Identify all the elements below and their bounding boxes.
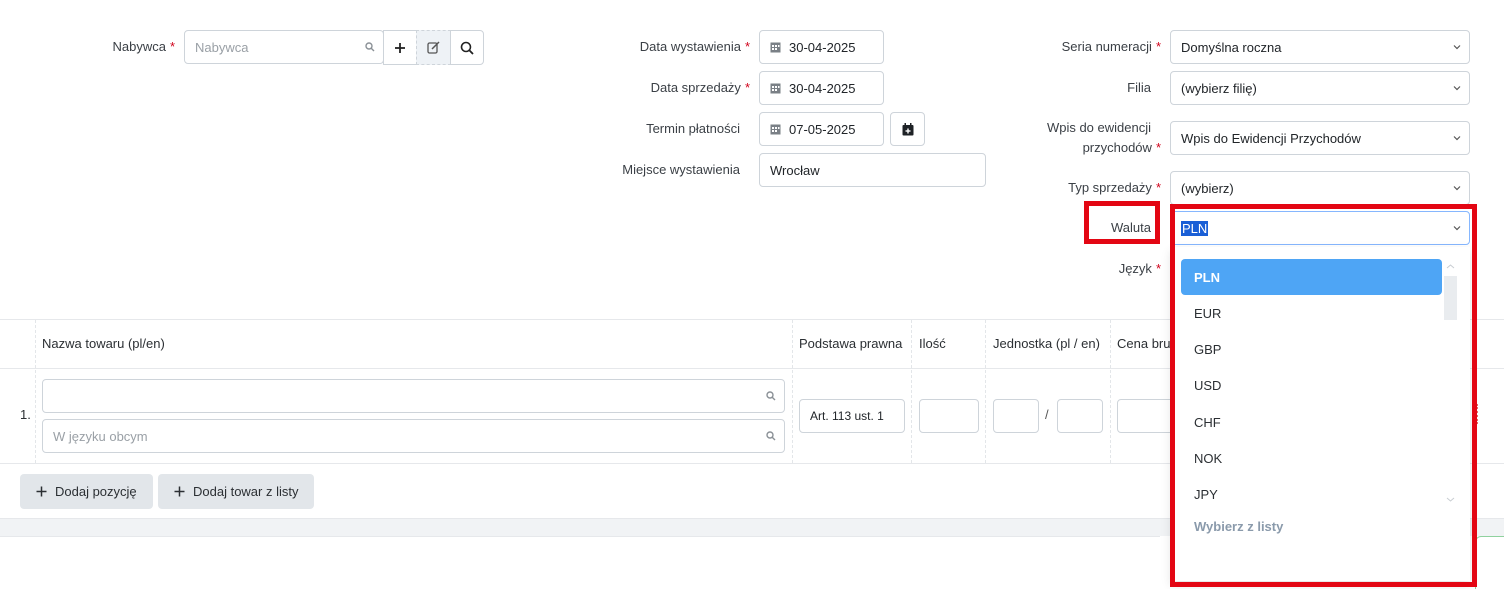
- chevron-down-icon: [1453, 186, 1461, 191]
- row-number: 1.: [20, 407, 31, 422]
- search-buyer-button[interactable]: [450, 30, 484, 65]
- next-section: [0, 536, 1160, 589]
- branch-label: Filia: [1127, 80, 1151, 95]
- plus-icon: [36, 486, 47, 497]
- legal-basis-value: Art. 113 ust. 1: [810, 409, 884, 423]
- place-value: Wrocław: [770, 162, 820, 178]
- sale-date-input[interactable]: 30-04-2025: [759, 71, 884, 105]
- unit-separator: /: [1045, 407, 1049, 422]
- add-from-list-label: Dodaj towar z listy: [193, 484, 299, 499]
- gross-price-input[interactable]: [1117, 399, 1177, 433]
- branch-select[interactable]: (wybierz filię): [1170, 71, 1470, 105]
- foreign-name-placeholder: W języku obcym: [53, 428, 148, 444]
- registry-label-line1: Wpis do ewidencji: [1046, 120, 1151, 135]
- chevron-down-icon: [1453, 136, 1461, 141]
- calendar-icon: [770, 42, 781, 53]
- numbering-label: Seria numeracji *: [1061, 39, 1161, 54]
- registry-label-line2: przychodów *: [1082, 140, 1161, 155]
- chevron-down-icon: [1453, 86, 1461, 91]
- product-name-input[interactable]: [42, 379, 785, 413]
- col-divider: [985, 320, 986, 463]
- col-divider: [35, 320, 36, 463]
- calendar-icon: [770, 124, 781, 135]
- add-buyer-button[interactable]: [383, 30, 417, 65]
- search-icon: [365, 42, 375, 52]
- payment-due-label: Termin płatności: [646, 121, 740, 136]
- add-from-list-button[interactable]: Dodaj towar z listy: [158, 474, 315, 509]
- place-input[interactable]: Wrocław: [759, 153, 986, 187]
- unit-pl-input[interactable]: [993, 399, 1039, 433]
- header-quantity: Ilość: [919, 336, 946, 351]
- buyer-label: Nabywca *: [112, 39, 175, 54]
- issue-date-label: Data wystawienia *: [639, 39, 750, 54]
- add-position-button[interactable]: Dodaj pozycję: [20, 474, 153, 509]
- language-label: Język *: [1118, 261, 1161, 276]
- currency-dropdown-highlight: [1170, 204, 1477, 587]
- numbering-select[interactable]: Domyślna roczna: [1170, 30, 1470, 64]
- payment-due-picker-button[interactable]: [890, 112, 925, 146]
- sale-type-value: (wybierz): [1181, 180, 1234, 196]
- col-divider: [1110, 320, 1111, 463]
- sale-type-select[interactable]: (wybierz): [1170, 171, 1470, 205]
- col-divider: [911, 320, 912, 463]
- side-card-edge: [1475, 536, 1504, 589]
- header-legal-basis: Podstawa prawna: [799, 336, 903, 351]
- legal-basis-input[interactable]: Art. 113 ust. 1: [799, 399, 905, 433]
- unit-en-input[interactable]: [1057, 399, 1103, 433]
- add-position-label: Dodaj pozycję: [55, 484, 137, 499]
- calendar-plus-icon: [902, 122, 913, 135]
- payment-due-value: 07-05-2025: [789, 121, 856, 137]
- numbering-value: Domyślna roczna: [1181, 39, 1282, 55]
- product-name-foreign-input[interactable]: W języku obcym: [42, 419, 785, 453]
- plus-icon: [174, 486, 185, 497]
- search-icon: [766, 431, 776, 441]
- sale-date-label: Data sprzedaży *: [650, 80, 750, 95]
- sale-date-value: 30-04-2025: [789, 80, 856, 96]
- edit-buyer-button[interactable]: [416, 30, 451, 65]
- place-label: Miejsce wystawienia: [622, 162, 740, 177]
- chevron-down-icon: [1453, 45, 1461, 50]
- branch-value: (wybierz filię): [1181, 80, 1257, 96]
- buyer-input[interactable]: Nabywca: [184, 30, 384, 64]
- quantity-input[interactable]: [919, 399, 979, 433]
- col-divider: [792, 320, 793, 463]
- sale-type-label: Typ sprzedaży *: [1068, 180, 1161, 195]
- currency-label-highlight: [1084, 201, 1160, 244]
- header-product-name: Nazwa towaru (pl/en): [42, 336, 165, 351]
- buyer-placeholder: Nabywca: [195, 39, 249, 55]
- plus-icon: [395, 42, 405, 53]
- payment-due-input[interactable]: 07-05-2025: [759, 112, 884, 146]
- search-icon: [766, 391, 776, 401]
- issue-date-value: 30-04-2025: [789, 39, 856, 55]
- calendar-icon: [770, 83, 781, 94]
- header-gross-price: Cena bru: [1117, 336, 1171, 351]
- issue-date-input[interactable]: 30-04-2025: [759, 30, 884, 64]
- registry-select[interactable]: Wpis do Ewidencji Przychodów: [1170, 121, 1470, 155]
- registry-value: Wpis do Ewidencji Przychodów: [1181, 130, 1361, 146]
- header-unit: Jednostka (pl / en): [993, 336, 1100, 351]
- search-icon: [460, 41, 474, 55]
- edit-icon: [427, 41, 440, 54]
